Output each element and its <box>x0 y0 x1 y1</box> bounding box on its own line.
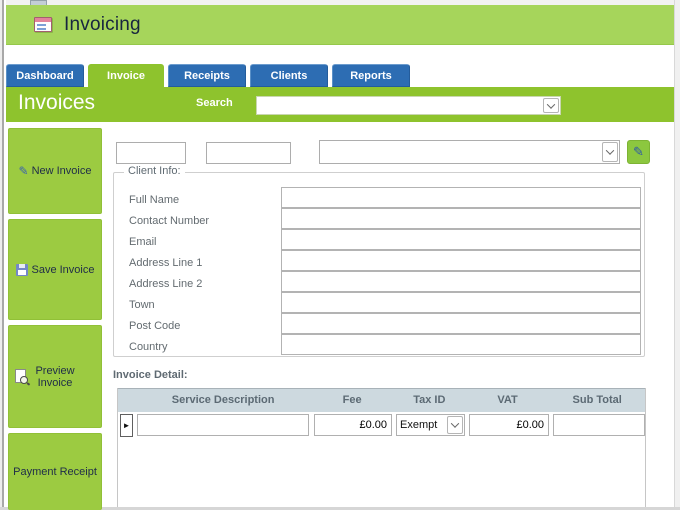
full-name-label: Full Name <box>129 194 180 206</box>
save-icon <box>15 263 28 276</box>
invoices-toolbar: Invoices Search <box>6 87 674 122</box>
sub-total-column-header: Sub Total <box>572 394 622 406</box>
service-description-field[interactable] <box>137 414 309 436</box>
table-row: ► Exempt <box>118 412 645 440</box>
chevron-down-icon <box>546 99 556 109</box>
tab-reports[interactable]: Reports <box>332 64 410 87</box>
tax-id-combobox[interactable]: Exempt <box>396 414 465 436</box>
contact-number-field[interactable] <box>281 208 641 229</box>
post-code-field[interactable] <box>281 313 641 334</box>
invoice-number-field[interactable] <box>116 142 186 164</box>
country-field[interactable] <box>281 334 641 355</box>
tab-receipts[interactable]: Receipts <box>168 64 246 87</box>
invoice-detail-grid: Service Description Fee Tax ID VAT Sub T… <box>117 388 646 507</box>
client-info-fieldset: Client Info: Full Name Contact Number Em… <box>113 165 645 357</box>
post-code-label: Post Code <box>129 320 181 332</box>
preview-invoice-button[interactable]: Preview Invoice <box>8 325 102 428</box>
tab-dashboard[interactable]: Dashboard <box>6 64 84 87</box>
record-selector[interactable]: ► <box>120 414 133 437</box>
invoice-date-field[interactable] <box>206 142 291 164</box>
full-name-field[interactable] <box>281 187 641 208</box>
search-input[interactable] <box>257 97 542 114</box>
client-select-combobox[interactable] <box>319 140 620 164</box>
tab-clients[interactable]: Clients <box>250 64 328 87</box>
country-label: Country <box>129 341 168 353</box>
selector-column-header <box>118 389 135 412</box>
tax-id-column-header: Tax ID <box>413 394 446 406</box>
fee-column-header: Fee <box>342 394 362 406</box>
search-label: Search <box>196 97 233 109</box>
tax-id-value: Exempt <box>400 419 438 431</box>
payment-receipt-button[interactable]: Payment Receipt <box>8 433 102 510</box>
window-right-edge <box>674 0 680 510</box>
client-select-input[interactable] <box>320 141 601 163</box>
client-select-dropdown-button[interactable] <box>602 142 618 162</box>
app-header: Invoicing <box>6 5 674 45</box>
address-line-1-label: Address Line 1 <box>129 257 203 269</box>
email-label: Email <box>129 236 157 248</box>
pencil-icon: ✎ <box>633 144 644 159</box>
address-line-1-field[interactable] <box>281 250 641 271</box>
client-info-legend: Client Info: <box>124 165 185 177</box>
tab-invoice[interactable]: Invoice <box>88 64 164 88</box>
service-description-column-header: Service Description <box>171 394 275 406</box>
tax-id-dropdown-button[interactable] <box>447 416 463 434</box>
vat-column-header: VAT <box>497 394 518 406</box>
form-icon <box>34 17 52 32</box>
save-invoice-button[interactable]: Save Invoice <box>8 219 102 320</box>
chevron-down-icon <box>450 419 460 428</box>
edit-client-button[interactable]: ✎ <box>627 140 650 164</box>
app-title: Invoicing <box>64 13 141 35</box>
chevron-down-icon <box>605 146 615 155</box>
email-field[interactable] <box>281 229 641 250</box>
vat-field[interactable] <box>469 414 549 436</box>
invoicing-app-window: Invoicing Dashboard Invoice Receipts Cli… <box>0 0 680 510</box>
town-label: Town <box>129 299 155 311</box>
fee-field[interactable] <box>314 414 392 436</box>
address-line-2-field[interactable] <box>281 271 641 292</box>
grid-header-row: Service Description Fee Tax ID VAT Sub T… <box>118 388 645 412</box>
search-dropdown-button[interactable] <box>543 98 559 113</box>
pencil-icon: ✎ <box>18 164 29 178</box>
town-field[interactable] <box>281 292 641 313</box>
sub-total-field[interactable] <box>553 414 645 436</box>
address-line-2-label: Address Line 2 <box>129 278 203 290</box>
new-invoice-button[interactable]: ✎ New Invoice <box>8 128 102 214</box>
search-combobox[interactable] <box>256 96 561 115</box>
print-preview-icon <box>15 368 28 384</box>
page-title: Invoices <box>18 91 96 114</box>
record-arrow-icon: ► <box>122 421 131 430</box>
invoice-detail-label: Invoice Detail: <box>113 369 188 381</box>
contact-number-label: Contact Number <box>129 215 210 227</box>
